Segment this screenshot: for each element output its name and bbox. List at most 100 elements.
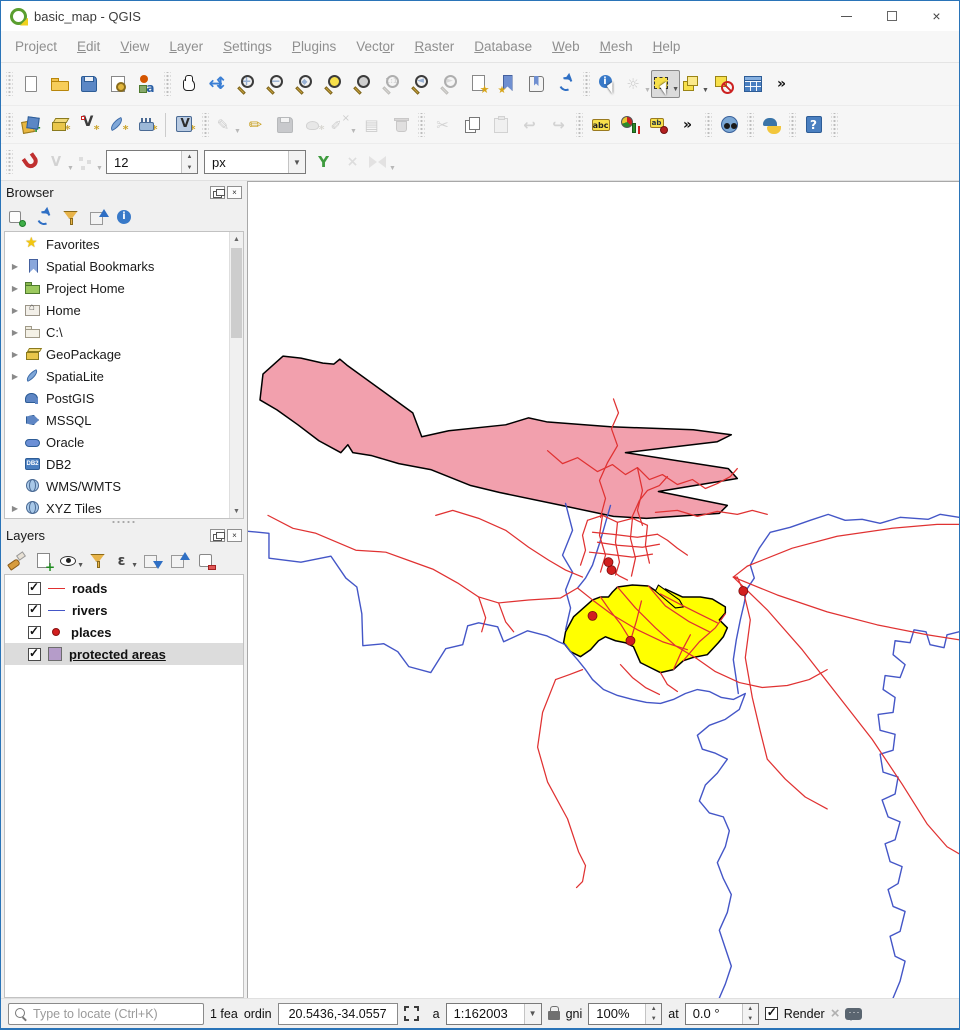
snapping-tolerance-spinner[interactable]: 12 ▲▼ (106, 150, 198, 174)
spinner-arrows[interactable]: ▲▼ (181, 151, 197, 173)
pan-map[interactable] (174, 70, 203, 98)
browser-collapse-all[interactable] (85, 206, 111, 230)
menu-raster[interactable]: Raster (405, 39, 465, 54)
dropdown-arrow-icon[interactable]: ▼ (672, 86, 679, 97)
browser-float-button[interactable] (210, 186, 225, 199)
dropdown-arrow-icon[interactable]: ▼ (77, 562, 84, 573)
browser-item-mssql[interactable]: ▶ MSSQL (5, 409, 229, 431)
browser-item-wms-wmts[interactable]: ▶ WMS/WMTS (5, 475, 229, 497)
browser-close-button[interactable]: × (227, 186, 242, 199)
minimize-button[interactable] (824, 1, 869, 31)
rotation-spinner[interactable]: 0.0 ° ▲▼ (685, 1003, 759, 1025)
menu-help[interactable]: Help (643, 39, 691, 54)
select-features-by-value[interactable]: ▼ (680, 70, 709, 98)
delete-selected[interactable] (386, 111, 415, 139)
layer-checkbox[interactable] (28, 604, 41, 617)
add-group[interactable] (31, 549, 57, 573)
browser-filter[interactable] (58, 206, 84, 230)
paste-features[interactable] (486, 111, 515, 139)
layer-roads[interactable]: roads (5, 577, 243, 599)
refresh-map[interactable] (551, 70, 580, 98)
layer-protected-areas[interactable]: protected areas (5, 643, 243, 665)
help-contents[interactable] (799, 111, 828, 139)
select-features[interactable]: ▼ (651, 70, 680, 98)
menu-web[interactable]: Web (542, 39, 590, 54)
collapse-all[interactable] (166, 549, 192, 573)
new-spatial-bookmark[interactable] (464, 70, 493, 98)
scroll-thumb[interactable] (231, 248, 242, 338)
browser-item-spatial-bookmarks[interactable]: ▶ Spatial Bookmarks (5, 255, 229, 277)
menu-database[interactable]: Database (464, 39, 542, 54)
menu-project[interactable]: Project (5, 39, 67, 54)
scroll-up-icon[interactable]: ▲ (230, 232, 243, 246)
zoom-to-selection[interactable] (319, 70, 348, 98)
expand-arrow-icon[interactable]: ▶ (10, 284, 20, 293)
undo[interactable]: ↩ (515, 111, 544, 139)
menu-edit[interactable]: Edit (67, 39, 110, 54)
filter-by-expression[interactable]: ε▼ (112, 549, 138, 573)
snapping-mode[interactable]: V▼ (45, 148, 74, 176)
show-spatial-bookmarks[interactable] (493, 70, 522, 98)
dropdown-arrow-icon[interactable]: ▼ (131, 562, 138, 573)
map-canvas[interactable] (247, 181, 959, 998)
new-print-layout[interactable] (103, 70, 132, 98)
toolbar-overflow[interactable]: » (767, 70, 796, 98)
layers-float-button[interactable] (210, 529, 225, 542)
run-feature-action[interactable]: ☼▼ (622, 70, 651, 98)
dropdown-arrow-icon[interactable]: ▼ (234, 128, 241, 139)
expand-arrow-icon[interactable]: ▶ (10, 372, 20, 381)
lock-scale-icon[interactable] (548, 1011, 560, 1020)
menu-layer[interactable]: Layer (159, 39, 213, 54)
save-project[interactable] (74, 70, 103, 98)
current-edits[interactable]: ✎▼ (212, 111, 241, 139)
redo[interactable]: ↪ (544, 111, 573, 139)
toolbar-overflow-2[interactable]: » (673, 111, 702, 139)
save-layer-edits[interactable] (270, 111, 299, 139)
enable-snapping[interactable] (16, 148, 45, 176)
browser-item-geopackage[interactable]: ▶ GeoPackage (5, 343, 229, 365)
expand-arrow-icon[interactable]: ▶ (10, 262, 20, 271)
expand-arrow-icon[interactable]: ▶ (10, 328, 20, 337)
modify-attributes[interactable]: ▤ (357, 111, 386, 139)
style-manager[interactable]: a (132, 70, 161, 98)
browser-add-selected-layers[interactable] (4, 206, 30, 230)
open-layer-styling[interactable] (4, 549, 30, 573)
new-shapefile-layer[interactable]: * (74, 111, 103, 139)
copy-features[interactable] (457, 111, 486, 139)
metasearch[interactable] (715, 111, 744, 139)
menu-vector[interactable]: Vector (346, 39, 404, 54)
new-geopackage-layer[interactable]: * (45, 111, 74, 139)
toggle-editing[interactable]: ✏ (241, 111, 270, 139)
browser-properties[interactable] (112, 206, 138, 230)
snapping-units-combo[interactable]: px ▼ (204, 150, 306, 174)
browser-item-db2[interactable]: ▶ DB2 (5, 453, 229, 475)
data-source-manager[interactable]: + (16, 111, 45, 139)
expand-all[interactable] (139, 549, 165, 573)
layer-diagram[interactable] (615, 111, 644, 139)
open-project[interactable] (45, 70, 74, 98)
open-attribute-table[interactable] (738, 70, 767, 98)
zoom-to-layer[interactable] (348, 70, 377, 98)
layer-checkbox[interactable] (28, 582, 41, 595)
messages-icon[interactable] (845, 1008, 862, 1020)
new-virtual-layer[interactable]: * (170, 111, 199, 139)
menu-view[interactable]: View (110, 39, 159, 54)
coordinate-input[interactable]: 20.5436,-34.0557 (278, 1003, 398, 1025)
browser-item-project-home[interactable]: ▶ Project Home (5, 277, 229, 299)
maximize-button[interactable] (869, 1, 914, 31)
dropdown-arrow-icon[interactable]: ▼ (644, 87, 651, 98)
browser-scrollbar[interactable]: ▲ ▼ (229, 232, 243, 518)
advanced-digitizing[interactable]: ▼ (328, 111, 357, 139)
self-snapping[interactable]: ▼ (367, 148, 396, 176)
browser-refresh[interactable] (31, 206, 57, 230)
filter-legend[interactable] (85, 549, 111, 573)
menu-settings[interactable]: Settings (213, 39, 282, 54)
cut-features[interactable]: ✂ (428, 111, 457, 139)
enable-tracing[interactable]: Y (309, 148, 338, 176)
extents-icon[interactable] (404, 1006, 419, 1021)
close-button[interactable]: × (914, 1, 959, 31)
browser-item-spatialite[interactable]: ▶ SpatiaLite (5, 365, 229, 387)
scale-combo[interactable]: 1:162003 ▼ (446, 1003, 542, 1025)
zoom-full[interactable]: ◆ (290, 70, 319, 98)
dropdown-arrow-icon[interactable]: ▼ (67, 165, 74, 176)
